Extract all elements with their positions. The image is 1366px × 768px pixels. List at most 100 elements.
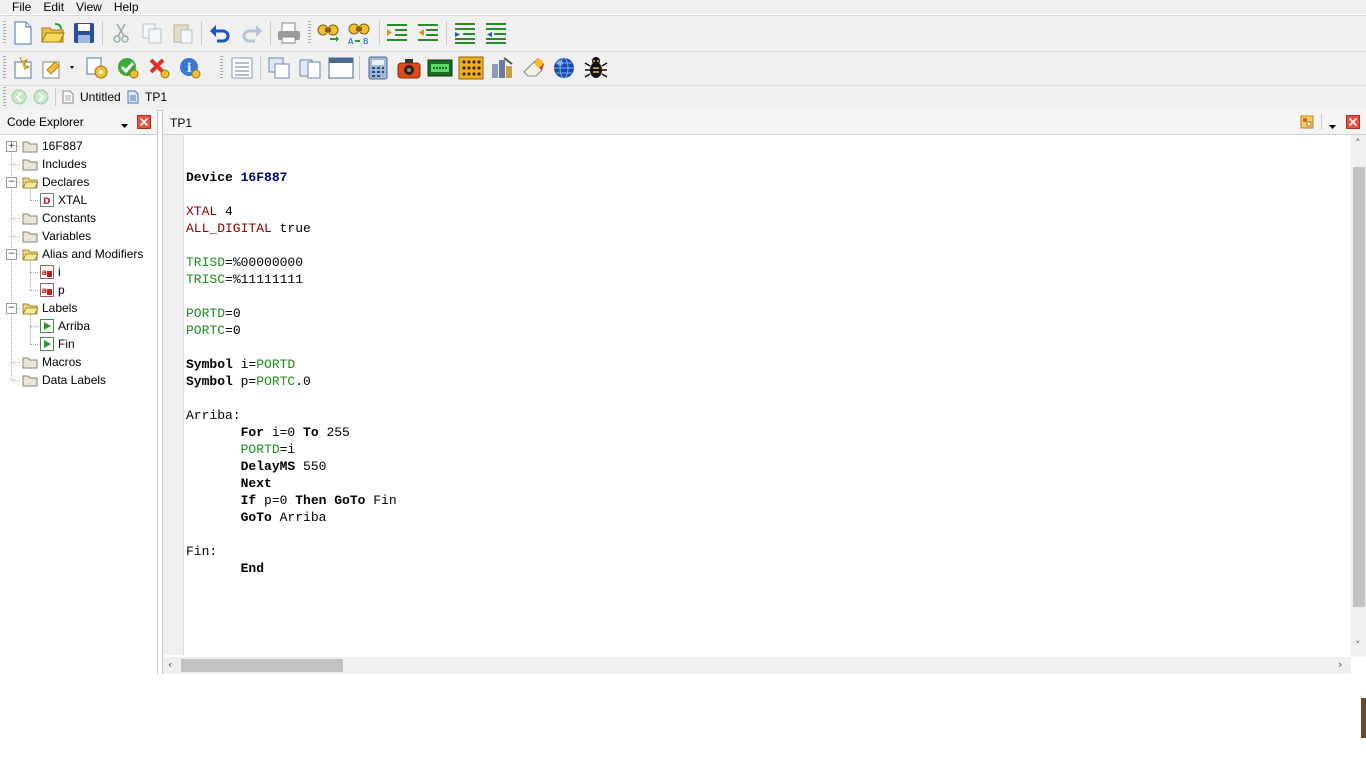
print-icon[interactable] — [276, 20, 302, 46]
calculator-icon[interactable] — [365, 55, 391, 81]
tree-node-alias-and-modifiers[interactable]: Alias and Modifiers — [22, 245, 143, 263]
undo-icon[interactable] — [207, 20, 233, 46]
tree-node-constants[interactable]: Constants — [22, 209, 96, 227]
paste-icon[interactable] — [170, 20, 196, 46]
code-line[interactable]: PORTD=0 — [186, 305, 397, 322]
info-icon[interactable]: i — [177, 55, 203, 81]
replace-icon[interactable]: AB — [347, 20, 373, 46]
horizontal-scroll-thumb[interactable] — [181, 659, 343, 672]
tree-node-i[interactable]: ai — [40, 263, 61, 281]
forward-icon[interactable] — [32, 86, 50, 108]
save-icon[interactable] — [71, 20, 97, 46]
code-line[interactable] — [186, 237, 397, 254]
programmer-icon[interactable] — [396, 55, 422, 81]
indent-icon[interactable] — [384, 20, 410, 46]
panel-menu-icon[interactable] — [121, 118, 129, 132]
cut-icon[interactable] — [108, 20, 134, 46]
toolbar-grip[interactable] — [3, 87, 6, 107]
code-line[interactable]: TRISC=%11111111 — [186, 271, 397, 288]
code-line[interactable]: Arriba: — [186, 407, 397, 424]
compile-dropdown-icon[interactable] — [40, 55, 78, 81]
window-cascade-icon[interactable] — [266, 55, 292, 81]
bug-icon[interactable] — [583, 55, 609, 81]
code-line[interactable]: End — [186, 560, 397, 577]
code-area[interactable]: Device 16F887 XTAL 4 ALL_DIGITAL true TRISD… — [186, 152, 397, 577]
code-line[interactable]: PORTD=i — [186, 441, 397, 458]
code-line[interactable]: ALL_DIGITAL true — [186, 220, 397, 237]
tree-node-declares[interactable]: Declares — [22, 173, 89, 191]
code-line[interactable]: Symbol p=PORTC.0 — [186, 373, 397, 390]
code-line[interactable] — [186, 288, 397, 305]
tree-node-16f887[interactable]: 16F887 — [22, 137, 83, 155]
code-line[interactable]: DelayMS 550 — [186, 458, 397, 475]
compile-cancel-icon[interactable] — [146, 55, 172, 81]
vertical-scroll-thumb[interactable] — [1353, 167, 1365, 607]
collapse-icon[interactable]: − — [6, 303, 17, 314]
code-line[interactable]: For i=0 To 255 — [186, 424, 397, 441]
led-matrix-icon[interactable] — [458, 55, 484, 81]
tree-node-arriba[interactable]: Arriba — [40, 317, 90, 335]
tree-node-includes[interactable]: Includes — [22, 155, 87, 173]
horizontal-scrollbar[interactable]: ‹ › — [163, 657, 1351, 674]
toolbar-grip[interactable] — [220, 56, 223, 80]
compile-ok-icon[interactable] — [115, 55, 141, 81]
copy-icon[interactable] — [139, 20, 165, 46]
doc-tab-untitled[interactable]: Untitled — [62, 90, 121, 104]
code-line[interactable]: If p=0 Then GoTo Fin — [186, 492, 397, 509]
code-line[interactable]: GoTo Arriba — [186, 509, 397, 526]
scroll-left-icon[interactable]: ‹ — [168, 658, 172, 671]
outdent-icon[interactable] — [415, 20, 441, 46]
back-icon[interactable] — [10, 86, 28, 108]
uncomment-icon[interactable] — [483, 20, 509, 46]
editor-tab-title[interactable]: TP1 — [170, 116, 192, 130]
window-icon[interactable] — [328, 55, 354, 81]
doc-tab-tp1[interactable]: TP1 — [127, 90, 167, 104]
code-line[interactable]: XTAL 4 — [186, 203, 397, 220]
code-line[interactable]: TRISD=%00000000 — [186, 254, 397, 271]
code-line[interactable]: Device 16F887 — [186, 169, 397, 186]
compile-settings-icon[interactable] — [84, 55, 110, 81]
toolbar-grip[interactable] — [3, 56, 6, 80]
layout-icon[interactable] — [1300, 115, 1314, 132]
code-line[interactable]: Symbol i=PORTD — [186, 356, 397, 373]
menu-edit[interactable]: Edit — [37, 0, 70, 14]
vertical-scrollbar[interactable]: ˄ ˅ — [1351, 135, 1366, 657]
globe-icon[interactable] — [551, 55, 577, 81]
code-line[interactable] — [186, 339, 397, 356]
tree-node-xtal[interactable]: D XTAL — [40, 191, 87, 209]
code-line[interactable]: Next — [186, 475, 397, 492]
window-tile-icon[interactable] — [297, 55, 323, 81]
toolbar-grip[interactable] — [3, 21, 6, 45]
menu-help[interactable]: Help — [108, 0, 145, 14]
editor-menu-icon[interactable] — [1329, 119, 1337, 133]
code-line[interactable]: Fin: — [186, 543, 397, 560]
close-icon[interactable] — [1346, 115, 1360, 132]
new-file-icon[interactable] — [10, 20, 36, 46]
scroll-up-icon[interactable]: ˄ — [1355, 137, 1361, 150]
find-icon[interactable] — [316, 20, 342, 46]
tree-node-variables[interactable]: Variables — [22, 227, 91, 245]
close-icon[interactable] — [137, 115, 151, 132]
comment-icon[interactable] — [452, 20, 478, 46]
lcd-icon[interactable] — [427, 55, 453, 81]
eraser-icon[interactable] — [520, 55, 546, 81]
tree-node-data-labels[interactable]: Data Labels — [22, 371, 106, 389]
scroll-down-icon[interactable]: ˅ — [1355, 639, 1361, 652]
tree-node-fin[interactable]: Fin — [40, 335, 75, 353]
toolbar-grip[interactable] — [308, 21, 311, 45]
tree-node-p[interactable]: ap — [40, 281, 65, 299]
redo-icon[interactable] — [239, 20, 265, 46]
expand-icon[interactable]: + — [6, 141, 17, 152]
menu-file[interactable]: File — [0, 0, 37, 14]
code-line[interactable] — [186, 390, 397, 407]
collapse-icon[interactable]: − — [6, 249, 17, 260]
code-line[interactable] — [186, 526, 397, 543]
code-line[interactable]: PORTC=0 — [186, 322, 397, 339]
tools-icon[interactable] — [489, 55, 515, 81]
list-view-icon[interactable] — [229, 55, 255, 81]
tree-node-macros[interactable]: Macros — [22, 353, 81, 371]
collapse-icon[interactable]: − — [6, 177, 17, 188]
code-line[interactable] — [186, 186, 397, 203]
new-project-icon[interactable] — [10, 55, 36, 81]
code-line[interactable] — [186, 152, 397, 169]
